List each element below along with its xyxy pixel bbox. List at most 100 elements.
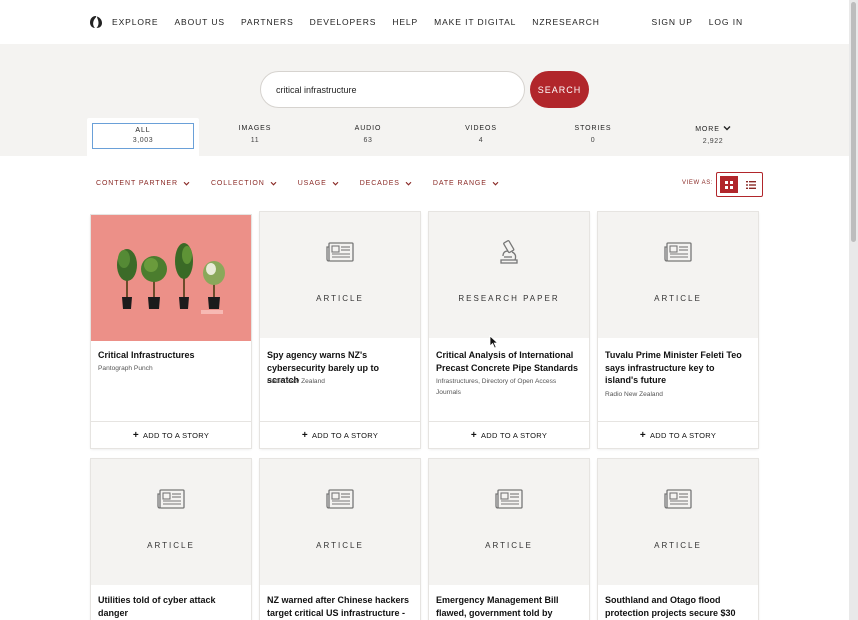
tab-more[interactable]: MORE 2,922 — [678, 118, 748, 156]
card-type-label: ARTICLE — [485, 541, 533, 550]
add-to-story-button[interactable]: + ADD TO A STORY — [91, 421, 251, 448]
tab-label: MORE — [678, 125, 748, 133]
card-thumbnail: ARTICLE — [429, 459, 589, 585]
nav-nzresearch[interactable]: NZRESEARCH — [532, 17, 600, 27]
grid-icon — [725, 180, 733, 189]
add-to-story-label: ADD TO A STORY — [311, 430, 379, 440]
card-source: Infrastructures, Directory of Open Acces… — [436, 378, 557, 396]
plus-icon: + — [639, 429, 646, 441]
nav-make-it-digital[interactable]: MAKE IT DIGITAL — [434, 17, 516, 27]
potted-plants-image — [117, 243, 225, 314]
filter-label: DATE RANGE — [432, 180, 487, 187]
newspaper-icon — [157, 489, 185, 509]
view-as-label: VIEW AS: — [682, 180, 714, 186]
result-card[interactable]: ARTICLE NZ warned after Chinese hackers … — [260, 459, 420, 620]
page-scrollbar[interactable] — [849, 0, 858, 620]
card-type-label: ARTICLE — [654, 541, 702, 550]
view-toggle — [716, 172, 763, 197]
result-card[interactable]: ARTICLE Tuvalu Prime Minister Feleti Teo… — [598, 212, 758, 448]
card-title[interactable]: Tuvalu Prime Minister Feleti Teo says in… — [605, 349, 750, 387]
tab-label: VIDEOS — [465, 125, 497, 132]
card-type-label: ARTICLE — [147, 541, 195, 550]
filter-bar: CONTENT PARTNER COLLECTION USAGE DECADES… — [96, 180, 520, 187]
dnz-logo-icon[interactable] — [89, 15, 103, 29]
nav-developers[interactable]: DEVELOPERS — [310, 17, 377, 27]
add-to-story-button[interactable]: + ADD TO A STORY — [429, 421, 589, 448]
tab-images[interactable]: IMAGES 11 — [225, 118, 285, 156]
card-thumbnail: RESEARCH PAPER — [429, 212, 589, 338]
tab-count: 4 — [478, 137, 484, 144]
card-source: Pantograph Punch — [98, 365, 153, 372]
filter-date-range[interactable]: DATE RANGE — [433, 180, 499, 187]
microscope-icon — [500, 240, 518, 264]
tab-count: 63 — [363, 137, 373, 144]
result-card[interactable]: ARTICLE Spy agency warns NZ's cybersecur… — [260, 212, 420, 448]
nav-help[interactable]: HELP — [392, 17, 418, 27]
chevron-down-icon — [270, 181, 277, 186]
card-thumbnail: ARTICLE — [91, 459, 251, 585]
search-button[interactable]: SEARCH — [530, 71, 589, 108]
filter-label: USAGE — [297, 180, 327, 187]
result-card[interactable]: RESEARCH PAPER Critical Analysis of Inte… — [429, 212, 589, 448]
search-input[interactable] — [260, 71, 525, 108]
card-title[interactable]: Emergency Management Bill flawed, govern… — [436, 594, 581, 619]
newspaper-icon — [326, 242, 354, 262]
result-card[interactable]: ARTICLE Southland and Otago flood protec… — [598, 459, 758, 620]
nav-about-us[interactable]: ABOUT US — [174, 17, 225, 27]
filter-label: CONTENT PARTNER — [96, 180, 178, 187]
chevron-down-icon — [723, 126, 731, 131]
result-type-tabs: ALL 3,003 IMAGES 11 AUDIO 63 VIDEOS 4 ST… — [0, 118, 849, 156]
chevron-down-icon — [183, 181, 190, 186]
tab-stories[interactable]: STORIES 0 — [563, 118, 623, 156]
tab-count: 11 — [250, 137, 260, 144]
newspaper-icon — [326, 489, 354, 509]
list-view-button[interactable] — [742, 176, 760, 193]
chevron-down-icon — [492, 181, 499, 186]
tab-label: AUDIO — [354, 125, 382, 132]
filter-content-partner[interactable]: CONTENT PARTNER — [96, 180, 190, 187]
add-to-story-button[interactable]: + ADD TO A STORY — [598, 421, 758, 448]
newspaper-icon — [495, 489, 523, 509]
result-card[interactable]: ARTICLE Utilities told of cyber attack d… — [91, 459, 251, 620]
scrollbar-thumb[interactable] — [851, 2, 856, 242]
result-card[interactable]: ARTICLE Emergency Management Bill flawed… — [429, 459, 589, 620]
sign-up-link[interactable]: SIGN UP — [652, 17, 693, 27]
tab-videos[interactable]: VIDEOS 4 — [451, 118, 511, 156]
tab-audio[interactable]: AUDIO 63 — [338, 118, 398, 156]
grid-view-button[interactable] — [720, 176, 738, 193]
add-to-story-label: ADD TO A STORY — [142, 430, 210, 440]
filter-usage[interactable]: USAGE — [298, 180, 339, 187]
tab-label: IMAGES — [238, 125, 272, 132]
add-to-story-button[interactable]: + ADD TO A STORY — [260, 421, 420, 448]
filter-collection[interactable]: COLLECTION — [211, 180, 277, 187]
add-to-story-label: ADD TO A STORY — [480, 430, 548, 440]
card-type-label: RESEARCH PAPER — [458, 294, 560, 303]
plus-icon: + — [132, 429, 139, 441]
chevron-down-icon — [405, 181, 412, 186]
card-thumbnail — [91, 215, 251, 341]
tab-count: 2,922 — [702, 138, 724, 145]
nav-explore[interactable]: EXPLORE — [112, 17, 158, 27]
filter-label: DECADES — [359, 180, 400, 187]
plus-icon: + — [470, 429, 477, 441]
filter-decades[interactable]: DECADES — [360, 180, 412, 187]
card-title[interactable]: NZ warned after Chinese hackers target c… — [267, 594, 412, 619]
chevron-down-icon — [332, 181, 339, 186]
card-thumbnail: ARTICLE — [598, 459, 758, 585]
log-in-link[interactable]: LOG IN — [709, 17, 743, 27]
nav-partners[interactable]: PARTNERS — [241, 17, 294, 27]
newspaper-icon — [664, 489, 692, 509]
card-title[interactable]: Critical Infrastructures — [98, 349, 243, 362]
card-title[interactable]: Utilities told of cyber attack danger — [98, 594, 243, 619]
tab-label: STORIES — [574, 125, 612, 132]
card-type-label: ARTICLE — [316, 541, 364, 550]
card-thumbnail: ARTICLE — [598, 212, 758, 338]
mouse-cursor-icon — [489, 335, 499, 349]
card-title[interactable]: Critical Analysis of International Preca… — [436, 349, 581, 374]
card-title[interactable]: Southland and Otago flood protection pro… — [605, 594, 750, 619]
result-card[interactable]: Critical Infrastructures Pantograph Punc… — [91, 215, 251, 448]
top-navigation: EXPLORE ABOUT US PARTNERS DEVELOPERS HEL… — [0, 0, 849, 44]
tab-all[interactable]: ALL 3,003 — [87, 118, 199, 156]
filter-label: COLLECTION — [210, 180, 265, 187]
tab-focus-outline — [92, 123, 194, 149]
